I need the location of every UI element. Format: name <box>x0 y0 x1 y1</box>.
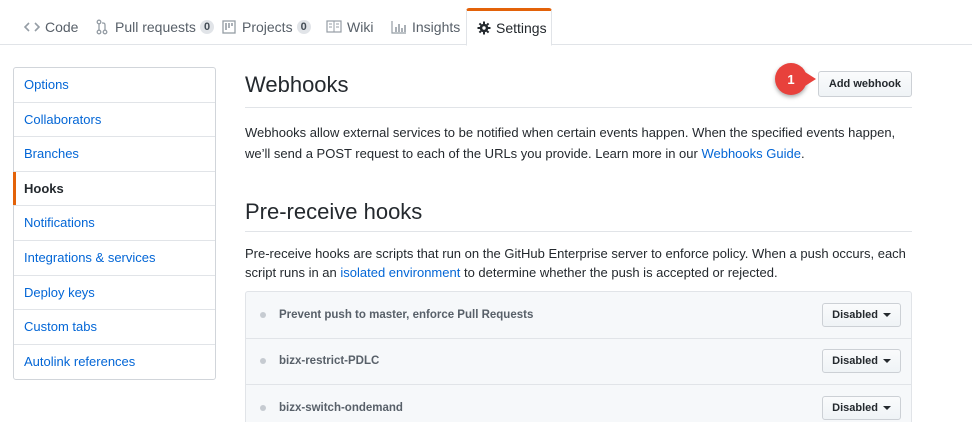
pre-receive-description: Pre-receive hooks are scripts that run o… <box>245 244 912 282</box>
hook-info: bizx-switch-ondemand <box>260 402 403 414</box>
hook-status-dropdown[interactable]: Disabled <box>822 396 901 421</box>
caret-down-icon <box>883 359 891 364</box>
sidebar-item-hooks[interactable]: Hooks <box>13 171 215 207</box>
hook-row: bizx-restrict-PDLC Disabled <box>246 339 911 385</box>
webhooks-guide-link[interactable]: Webhooks Guide <box>701 146 801 161</box>
webhooks-description: Webhooks allow external services to be n… <box>245 122 912 164</box>
dropdown-label: Disabled <box>832 402 878 415</box>
pre-receive-hook-list: Prevent push to master, enforce Pull Req… <box>245 291 912 422</box>
pre-receive-description-end: to determine whether the push is accepte… <box>460 265 778 280</box>
tab-label: Wiki <box>347 18 374 35</box>
pre-receive-section: Pre-receive hooks Pre-receive hooks are … <box>245 190 912 282</box>
caret-down-icon <box>883 406 891 411</box>
tab-code[interactable]: Code <box>14 8 88 45</box>
hook-name: bizx-switch-ondemand <box>279 402 403 415</box>
status-dot-icon <box>260 311 266 318</box>
sidebar-item-notifications[interactable]: Notifications <box>14 206 215 241</box>
tab-counter: 0 <box>296 19 311 34</box>
tab-label: Insights <box>412 18 461 35</box>
git-pull-request-icon <box>94 19 110 35</box>
status-dot-icon <box>260 358 266 365</box>
webhooks-description-end: . <box>800 146 805 161</box>
tab-pull-requests[interactable]: Pull requests 0 <box>84 8 224 45</box>
tab-label: Settings <box>496 20 547 36</box>
step-callout-badge: 1 <box>775 63 816 95</box>
hook-status-dropdown[interactable]: Disabled <box>822 349 901 374</box>
hook-status-dropdown[interactable]: Disabled <box>822 302 901 327</box>
sidebar-item-options[interactable]: Options <box>14 68 215 103</box>
caret-down-icon <box>883 312 891 317</box>
hook-info: Prevent push to master, enforce Pull Req… <box>260 309 533 321</box>
hook-name: Prevent push to master, enforce Pull Req… <box>279 308 534 321</box>
status-dot-icon <box>260 405 266 412</box>
sidebar-item-integrations[interactable]: Integrations & services <box>14 241 215 276</box>
tab-settings[interactable]: Settings <box>466 8 552 46</box>
tab-label: Code <box>45 18 79 35</box>
hook-info: bizx-restrict-PDLC <box>260 355 379 367</box>
pre-receive-header: Pre-receive hooks <box>245 190 912 232</box>
code-icon <box>24 19 40 35</box>
sidebar-item-custom-tabs[interactable]: Custom tabs <box>14 310 215 345</box>
hook-row: Prevent push to master, enforce Pull Req… <box>246 292 911 339</box>
sidebar-item-deploy-keys[interactable]: Deploy keys <box>14 276 215 311</box>
tab-projects[interactable]: Projects 0 <box>211 8 321 45</box>
tab-label: Projects <box>242 18 293 35</box>
tab-insights[interactable]: Insights <box>381 8 470 45</box>
add-webhook-button[interactable]: Add webhook <box>817 70 912 97</box>
webhooks-title: Webhooks <box>245 71 349 97</box>
pre-receive-title: Pre-receive hooks <box>245 198 423 224</box>
sidebar-item-branches[interactable]: Branches <box>14 137 215 172</box>
settings-sidebar: Options Collaborators Branches Hooks Not… <box>13 67 216 381</box>
repo-nav: Code Pull requests 0 Projects 0 Wiki Ins… <box>0 0 972 46</box>
dropdown-label: Disabled <box>832 308 878 321</box>
hook-name: bizx-restrict-PDLC <box>279 355 380 368</box>
sidebar-item-collaborators[interactable]: Collaborators <box>14 103 215 138</box>
tab-wiki[interactable]: Wiki <box>316 8 383 45</box>
sidebar-item-autolink-references[interactable]: Autolink references <box>14 345 215 380</box>
book-icon <box>326 19 342 35</box>
isolated-environment-link[interactable]: isolated environment <box>340 265 460 280</box>
dropdown-label: Disabled <box>832 355 878 368</box>
project-icon <box>221 19 237 35</box>
graph-icon <box>391 19 407 35</box>
hook-row: bizx-switch-ondemand Disabled <box>246 385 911 422</box>
gear-icon <box>477 20 491 36</box>
tab-label: Pull requests <box>115 18 196 35</box>
